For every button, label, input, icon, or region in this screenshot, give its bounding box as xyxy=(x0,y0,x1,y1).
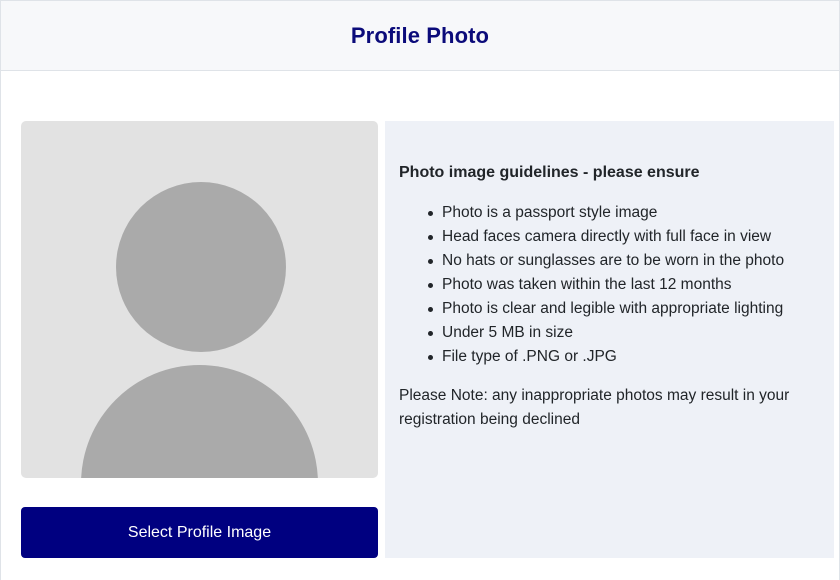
profile-photo-preview xyxy=(21,121,378,478)
guidelines-note: Please Note: any inappropriate photos ma… xyxy=(399,387,790,428)
guideline-item: Photo is clear and legible with appropri… xyxy=(428,297,820,321)
panel-header: Profile Photo xyxy=(1,0,839,71)
select-profile-image-button[interactable]: Select Profile Image xyxy=(21,507,378,558)
photo-guidelines: Photo image guidelines - please ensure P… xyxy=(385,121,834,558)
guideline-item: Head faces camera directly with full fac… xyxy=(428,225,820,249)
page-title: Profile Photo xyxy=(350,22,490,48)
guidelines-heading: Photo image guidelines - please ensure xyxy=(399,164,700,181)
guideline-item: Photo was taken within the last 12 month… xyxy=(428,273,820,297)
avatar-placeholder-head xyxy=(116,182,286,352)
avatar-placeholder-body xyxy=(81,365,318,478)
profile-photo-panel: Profile Photo Select Profile Image Photo… xyxy=(0,0,840,580)
guideline-item: No hats or sunglasses are to be worn in … xyxy=(428,249,820,273)
guideline-item: File type of .PNG or .JPG xyxy=(428,345,820,369)
guidelines-list: Photo is a passport style image Head fac… xyxy=(399,201,820,369)
guideline-item: Under 5 MB in size xyxy=(428,321,820,345)
guideline-item: Photo is a passport style image xyxy=(428,201,820,225)
